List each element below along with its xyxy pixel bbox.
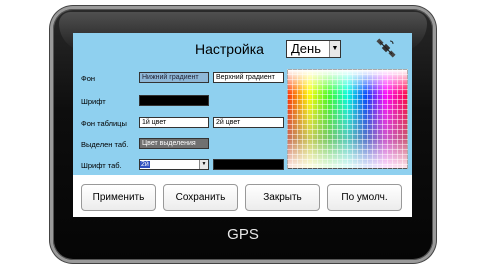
mode-dropdown[interactable]: День ▼ — [286, 40, 341, 58]
font-label: Шрифт — [81, 97, 106, 106]
device-brand-label: GPS — [227, 226, 259, 243]
chevron-down-icon: ▼ — [199, 160, 208, 169]
chevron-down-icon: ▼ — [329, 41, 340, 57]
defaults-button[interactable]: По умолч. — [327, 184, 402, 211]
font-color-field[interactable] — [139, 95, 209, 106]
satellite-icon[interactable] — [376, 38, 396, 58]
selection-label: Выделен таб. — [81, 140, 129, 149]
table-font-label: Шрифт таб. — [81, 161, 122, 170]
close-button[interactable]: Закрыть — [245, 184, 320, 211]
color-palette[interactable] — [287, 69, 408, 169]
background-label: Фон — [81, 74, 96, 83]
mode-value: День — [291, 41, 321, 56]
background-top-gradient-field[interactable]: Верхний градиент — [213, 72, 284, 83]
table-bg-color2-field[interactable]: 2й цвет — [213, 117, 284, 128]
table-bg-label: Фон таблицы — [81, 119, 127, 128]
table-bg-color1-field[interactable]: 1й цвет — [139, 117, 209, 128]
page-title: Настройка — [195, 41, 264, 57]
table-font-color-field[interactable] — [213, 159, 284, 170]
table-font-select[interactable]: 2й ▼ — [139, 159, 209, 170]
selection-color-field[interactable]: Цвет выделения — [139, 138, 209, 149]
settings-screen: Настройка День ▼ Фон Нижний градиент Вер… — [73, 33, 412, 217]
save-button[interactable]: Сохранить — [163, 184, 238, 211]
background-bottom-gradient-field[interactable]: Нижний градиент — [139, 72, 209, 83]
apply-button[interactable]: Применить — [81, 184, 156, 211]
table-font-value: 2й — [140, 161, 150, 168]
